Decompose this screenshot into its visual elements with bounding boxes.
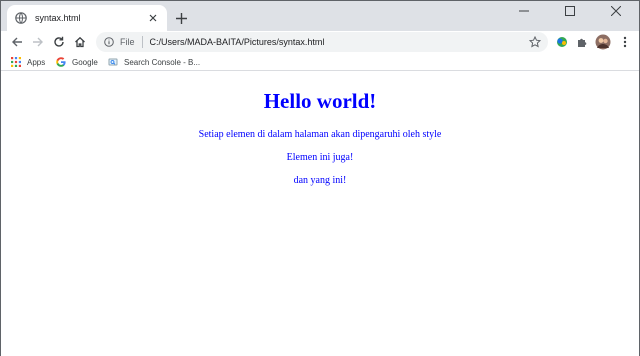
minimize-button[interactable] xyxy=(501,1,547,21)
info-icon[interactable] xyxy=(104,37,114,47)
bookmark-apps[interactable]: Apps xyxy=(11,56,45,68)
search-console-icon xyxy=(108,57,118,67)
profile-avatar[interactable] xyxy=(595,34,611,50)
bookmark-star-icon[interactable] xyxy=(529,36,541,48)
maximize-button[interactable] xyxy=(547,1,593,21)
tab-strip: syntax.html xyxy=(1,1,639,31)
bookmark-label: Search Console - B... xyxy=(124,57,201,67)
bookmark-google[interactable]: Google xyxy=(56,56,98,68)
back-arrow-icon xyxy=(12,37,22,47)
close-window-button[interactable] xyxy=(593,1,639,21)
apps-grid-icon xyxy=(11,57,21,67)
address-bar[interactable]: File C:/Users/MADA-BAITA/Pictures/syntax… xyxy=(96,32,548,52)
forward-arrow-icon xyxy=(33,37,43,47)
bookmark-label: Google xyxy=(72,57,98,67)
new-tab-button[interactable] xyxy=(173,10,189,26)
extensions-puzzle-icon[interactable] xyxy=(574,34,590,50)
window-controls xyxy=(501,1,639,21)
reload-button[interactable] xyxy=(50,33,68,51)
toolbar: File C:/Users/MADA-BAITA/Pictures/syntax… xyxy=(1,31,639,53)
url-text[interactable]: C:/Users/MADA-BAITA/Pictures/syntax.html xyxy=(150,37,325,47)
bookmark-label: Apps xyxy=(27,57,46,67)
url-scheme: File xyxy=(120,37,135,47)
google-icon xyxy=(56,57,66,67)
extension-colorful-icon[interactable] xyxy=(554,34,570,50)
forward-button[interactable] xyxy=(29,33,47,51)
home-button[interactable] xyxy=(71,33,89,51)
tab-title: syntax.html xyxy=(35,13,81,23)
globe-icon xyxy=(15,12,27,24)
tab-syntax[interactable]: syntax.html xyxy=(7,5,167,31)
back-button[interactable] xyxy=(8,33,26,51)
tab-close-icon[interactable] xyxy=(147,12,159,24)
bookmarks-bar: Apps Google Search Console - B... xyxy=(1,53,639,71)
bookmark-search-console[interactable]: Search Console - B... xyxy=(108,56,200,68)
menu-dots-icon[interactable] xyxy=(617,34,633,50)
page-content: Hello world! Setiap elemen di dalam hala… xyxy=(1,72,639,356)
reload-icon xyxy=(54,36,64,47)
paragraph-3: dan yang ini! xyxy=(293,175,347,186)
paragraph-2: Elemen ini juga! xyxy=(286,152,354,163)
paragraph-1: Setiap elemen di dalam halaman akan dipe… xyxy=(198,129,442,140)
page-heading: Hello world! xyxy=(263,89,377,113)
omnibox-separator xyxy=(141,36,143,48)
browser-window: syntax.html File C:/Users/MADA-BAITA/Pic… xyxy=(0,0,640,356)
home-icon xyxy=(75,36,85,48)
